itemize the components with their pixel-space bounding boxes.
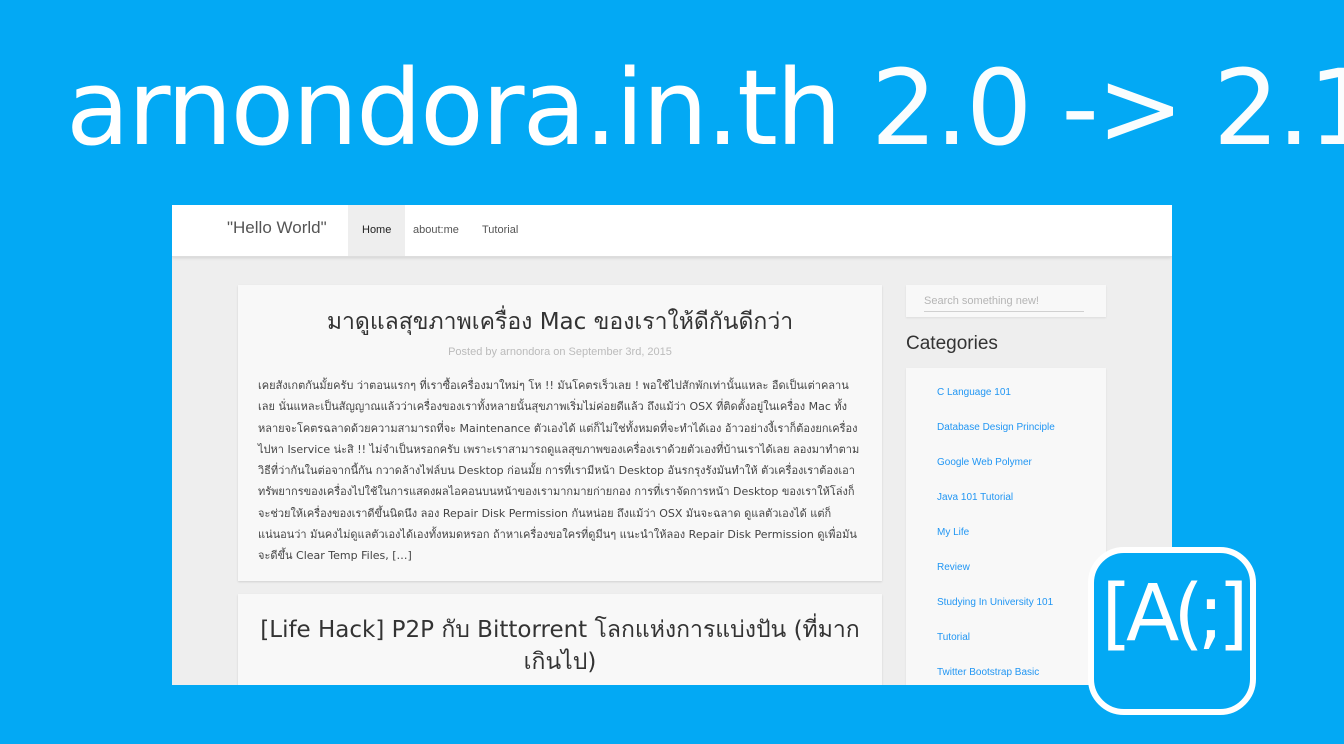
category-link[interactable]: Tutorial — [937, 632, 970, 643]
nav-about-me[interactable]: about:me — [399, 205, 473, 256]
category-link[interactable]: Studying In University 101 — [937, 597, 1053, 608]
banner-title: arnondora.in.th 2.0 -> 2.1 — [66, 38, 1344, 178]
post-meta: Posted by arnondora on September 3rd, 20… — [448, 346, 672, 358]
post-card: [Life Hack] P2P กับ Bittorrent โลกแห่งกา… — [238, 594, 882, 685]
banner-site-name: arnondora.in.th — [66, 47, 842, 169]
post-title[interactable]: [Life Hack] P2P กับ Bittorrent โลกแห่งกา… — [238, 614, 882, 678]
post-title[interactable]: มาดูแลสุขภาพเครื่อง Mac ของเราให้ดีกันดี… — [238, 306, 882, 338]
post-card: มาดูแลสุขภาพเครื่อง Mac ของเราให้ดีกันดี… — [238, 285, 882, 581]
nav-home[interactable]: Home — [348, 205, 406, 256]
logo-text: [A(;] — [1101, 569, 1249, 659]
category-link[interactable]: Database Design Principle — [937, 422, 1055, 433]
category-link[interactable]: Review — [937, 562, 970, 573]
navbar: "Hello World" Home about:me Tutorial — [172, 205, 1172, 257]
category-link[interactable]: Twitter Bootstrap Basic — [937, 667, 1039, 678]
site-logo: [A(;] — [1088, 547, 1256, 715]
nav-tutorial[interactable]: Tutorial — [468, 205, 532, 256]
banner-version: 2.0 -> 2.1 — [870, 47, 1344, 169]
website-screenshot: "Hello World" Home about:me Tutorial มาด… — [172, 205, 1172, 685]
categories-list: C Language 101 Database Design Principle… — [906, 368, 1106, 685]
category-link[interactable]: My Life — [937, 527, 969, 538]
search-input[interactable] — [924, 291, 1084, 312]
post-excerpt: เคยสังเกตกันมั้ยครับ ว่าตอนแรกๆ ที่เราซื… — [258, 379, 860, 563]
site-brand[interactable]: "Hello World" — [227, 218, 327, 238]
category-link[interactable]: C Language 101 — [937, 387, 1011, 398]
search-box — [906, 285, 1106, 317]
categories-heading: Categories — [906, 333, 998, 354]
category-link[interactable]: Java 101 Tutorial — [937, 492, 1013, 503]
category-link[interactable]: Google Web Polymer — [937, 457, 1032, 468]
